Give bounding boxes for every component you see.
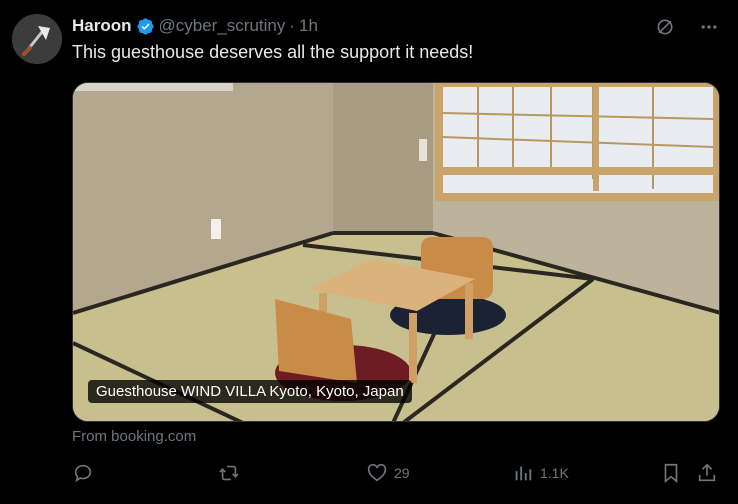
tweet: Haroon @cyber_scrutiny · 1h This guestho…	[0, 0, 738, 504]
post-header: Haroon @cyber_scrutiny · 1h	[72, 14, 318, 38]
author-name[interactable]: Haroon	[72, 16, 132, 36]
retweet-icon	[219, 465, 239, 481]
like-button[interactable]: 29	[366, 462, 410, 484]
reply-icon	[74, 464, 92, 483]
like-count: 29	[394, 465, 410, 481]
media-caption: Guesthouse WIND VILLA Kyoto, Kyoto, Japa…	[88, 380, 412, 403]
media-source: From booking.com	[72, 428, 197, 445]
separator-dot: ·	[289, 16, 296, 35]
bookmark-button[interactable]	[660, 462, 682, 484]
post-media-image[interactable]	[72, 82, 720, 422]
post-text: This guesthouse deserves all the support…	[72, 42, 474, 62]
more-icon[interactable]	[698, 16, 720, 38]
action-bar: 29 1.1K	[72, 460, 720, 490]
avatar-image	[12, 14, 62, 64]
reply-button[interactable]	[72, 462, 94, 484]
avatar[interactable]	[12, 14, 62, 64]
share-button[interactable]	[696, 462, 718, 484]
bookmark-icon	[664, 463, 678, 484]
views-button[interactable]: 1.1K	[512, 462, 569, 484]
verified-badge-icon	[136, 17, 154, 35]
top-right-icons	[654, 16, 720, 38]
retweet-button[interactable]	[218, 462, 240, 484]
like-icon	[367, 463, 387, 482]
author-handle[interactable]: @cyber_scrutiny	[159, 16, 286, 36]
share-icon	[698, 463, 716, 482]
view-count: 1.1K	[540, 465, 569, 481]
tatami-room-photo	[73, 83, 719, 421]
grok-icon[interactable]	[654, 16, 676, 38]
views-icon	[515, 466, 532, 481]
post-time[interactable]: 1h	[299, 16, 318, 36]
